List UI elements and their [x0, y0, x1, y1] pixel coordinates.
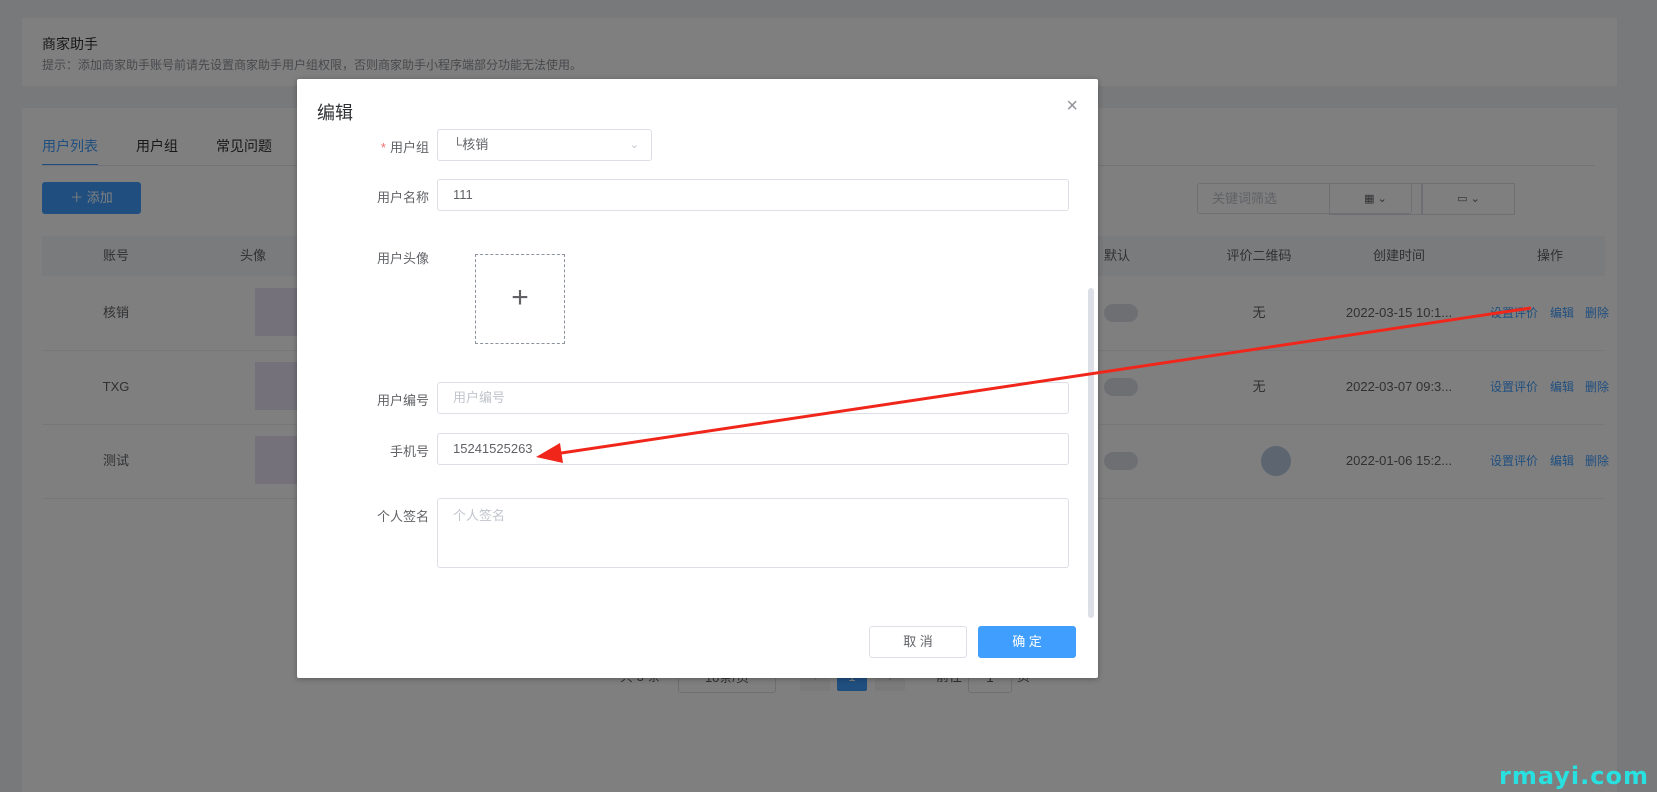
annotation-arrow: [536, 306, 1532, 463]
arrow-line: [547, 306, 1532, 457]
watermark: rmayi.com: [1498, 762, 1649, 790]
arrow-head-icon: [536, 443, 563, 463]
